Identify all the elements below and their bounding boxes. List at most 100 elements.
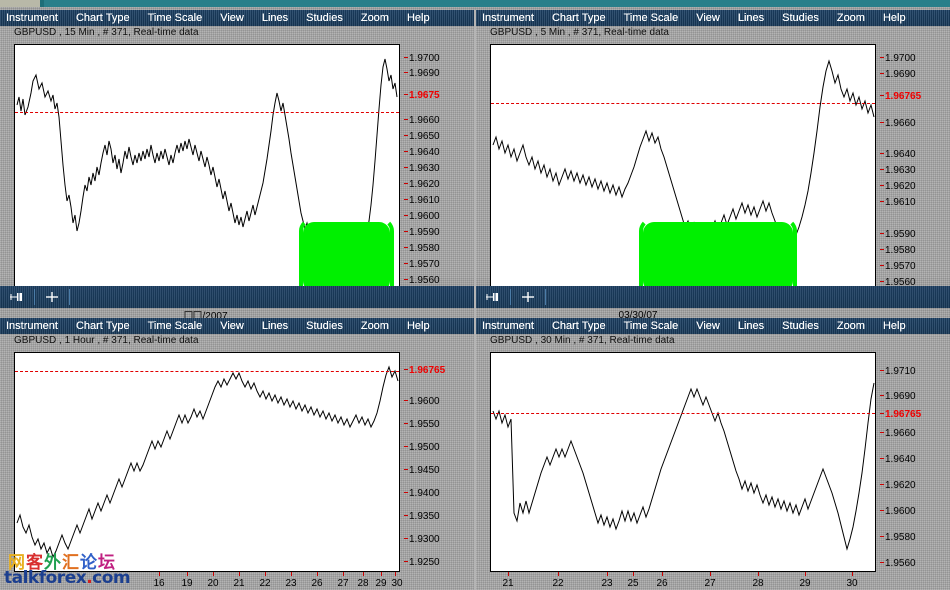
xtick-2: 23 bbox=[601, 578, 613, 589]
ytick-5: 1.9400 bbox=[404, 489, 440, 499]
menu-studies[interactable]: Studies bbox=[306, 10, 343, 26]
menu-time-scale[interactable]: Time Scale bbox=[624, 10, 679, 26]
xtickmark-5 bbox=[710, 572, 711, 576]
menu-time-scale[interactable]: Time Scale bbox=[148, 10, 203, 26]
menubar-15min: Instrument Chart Type Time Scale View Li… bbox=[0, 10, 474, 26]
menu-instrument[interactable]: Instrument bbox=[482, 318, 534, 334]
menu-help[interactable]: Help bbox=[883, 318, 906, 334]
ytick-0: 1.9700 bbox=[404, 54, 440, 64]
ytick-8: 1.9610 bbox=[404, 196, 440, 206]
toolbar-separator-1 bbox=[34, 289, 35, 305]
menu-zoom[interactable]: Zoom bbox=[361, 318, 389, 334]
ytick-8: 1.9250 bbox=[404, 558, 440, 568]
ytick-5: 1.9630 bbox=[880, 166, 916, 176]
ytick-8: 1.9560 bbox=[880, 559, 916, 569]
price-line-chart-30min bbox=[492, 382, 875, 551]
xtickmark-9 bbox=[381, 572, 382, 576]
toolbar-separator-1 bbox=[510, 289, 511, 305]
menubar-1hour: Instrument Chart Type Time Scale View Li… bbox=[0, 318, 474, 334]
menu-time-scale[interactable]: Time Scale bbox=[148, 318, 203, 334]
watermark-url-head: talkforex bbox=[4, 568, 87, 588]
ytick-9: 1.9580 bbox=[880, 246, 916, 256]
menu-instrument[interactable]: Instrument bbox=[6, 10, 58, 26]
menu-chart-type[interactable]: Chart Type bbox=[76, 10, 130, 26]
plot-canvas-30min[interactable] bbox=[490, 352, 876, 572]
xtickmark-10 bbox=[395, 572, 396, 576]
plot-canvas-5min[interactable] bbox=[490, 44, 876, 292]
menu-time-scale[interactable]: Time Scale bbox=[624, 318, 679, 334]
menu-help[interactable]: Help bbox=[883, 10, 906, 26]
menu-view[interactable]: View bbox=[220, 10, 244, 26]
menu-studies[interactable]: Studies bbox=[782, 318, 819, 334]
menu-studies[interactable]: Studies bbox=[782, 10, 819, 26]
price-axis-30min: 1.9710 1.9690 1.96765 1.9660 1.9640 1.96… bbox=[880, 352, 946, 572]
xtick-8: 30 bbox=[846, 578, 858, 589]
chart-subtitle-30min: GBPUSD , 30 Min , # 371, Real-time data bbox=[490, 335, 675, 346]
price-axis-15min: 1.9700 1.9690 1.9675 1.9660 1.9650 1.964… bbox=[404, 44, 470, 292]
ytick-3: 1.9660 bbox=[880, 119, 916, 129]
price-line-chart-5min bbox=[492, 59, 875, 245]
xtick-1: 19 bbox=[181, 578, 193, 589]
ytick-0: 1.9710 bbox=[880, 367, 916, 377]
watermark-url-tail: com bbox=[92, 568, 131, 588]
xtickmark-4 bbox=[662, 572, 663, 576]
menu-instrument[interactable]: Instrument bbox=[6, 318, 58, 334]
chart-panel-15min: Instrument Chart Type Time Scale View Li… bbox=[0, 10, 474, 322]
ytick-7: 1.9580 bbox=[880, 533, 916, 543]
crosshair-glyph bbox=[46, 292, 58, 302]
menu-lines[interactable]: Lines bbox=[262, 10, 288, 26]
time-axis-30min: 21 22 23 25 26 27 28 29 30 /2007 bbox=[490, 572, 876, 590]
toolbar-separator-2 bbox=[69, 289, 70, 305]
xtick-9: 29 bbox=[375, 578, 387, 589]
menu-view[interactable]: View bbox=[220, 318, 244, 334]
menu-zoom[interactable]: Zoom bbox=[837, 10, 865, 26]
xtickmark-6 bbox=[758, 572, 759, 576]
xtick-7: 29 bbox=[799, 578, 811, 589]
menu-help[interactable]: Help bbox=[407, 318, 430, 334]
menu-chart-type[interactable]: Chart Type bbox=[552, 318, 606, 334]
snap-to-bar-glyph bbox=[10, 291, 22, 303]
xtickmark-3 bbox=[239, 572, 240, 576]
xtick-6: 28 bbox=[752, 578, 764, 589]
xtick-8: 28 bbox=[357, 578, 369, 589]
ytick-4: 1.9450 bbox=[404, 466, 440, 476]
menu-view[interactable]: View bbox=[696, 10, 720, 26]
menu-lines[interactable]: Lines bbox=[738, 10, 764, 26]
xtickmark-7 bbox=[805, 572, 806, 576]
snap-to-bar-icon[interactable] bbox=[4, 288, 30, 306]
xtickmark-7 bbox=[343, 572, 344, 576]
menu-instrument[interactable]: Instrument bbox=[482, 10, 534, 26]
xtick-7: 27 bbox=[337, 578, 349, 589]
ytick-current: 1.9675 bbox=[404, 91, 440, 101]
crosshair-icon[interactable] bbox=[515, 288, 541, 306]
menu-chart-type[interactable]: Chart Type bbox=[552, 10, 606, 26]
xtick-2: 20 bbox=[207, 578, 219, 589]
menu-chart-type[interactable]: Chart Type bbox=[76, 318, 130, 334]
plot-canvas-15min[interactable] bbox=[14, 44, 400, 292]
ytick-4: 1.9640 bbox=[880, 150, 916, 160]
menu-zoom[interactable]: Zoom bbox=[361, 10, 389, 26]
ytick-3: 1.9500 bbox=[404, 443, 440, 453]
menu-zoom[interactable]: Zoom bbox=[837, 318, 865, 334]
top-strip-left bbox=[0, 0, 40, 7]
xtick-0: 21 bbox=[502, 578, 514, 589]
toolbar-separator-2 bbox=[545, 289, 546, 305]
menu-view[interactable]: View bbox=[696, 318, 720, 334]
chart-subtitle-15min: GBPUSD , 15 Min , # 371, Real-time data bbox=[14, 27, 199, 38]
menu-lines[interactable]: Lines bbox=[262, 318, 288, 334]
xtickmark-3 bbox=[633, 572, 634, 576]
window-top-strip bbox=[0, 0, 950, 7]
plot-canvas-1hour[interactable] bbox=[14, 352, 400, 572]
menu-studies[interactable]: Studies bbox=[306, 318, 343, 334]
ytick-12: 1.9570 bbox=[404, 260, 440, 270]
menu-lines[interactable]: Lines bbox=[738, 318, 764, 334]
chart-panel-5min: Instrument Chart Type Time Scale View Li… bbox=[476, 10, 950, 321]
xtickmark-0 bbox=[508, 572, 509, 576]
menu-help[interactable]: Help bbox=[407, 10, 430, 26]
menubar-30min: Instrument Chart Type Time Scale View Li… bbox=[476, 318, 950, 334]
ytick-7: 1.9620 bbox=[404, 180, 440, 190]
crosshair-icon[interactable] bbox=[39, 288, 65, 306]
xtick-6: 26 bbox=[311, 578, 323, 589]
xtick-0: 16 bbox=[153, 578, 165, 589]
snap-to-bar-icon[interactable] bbox=[480, 288, 506, 306]
